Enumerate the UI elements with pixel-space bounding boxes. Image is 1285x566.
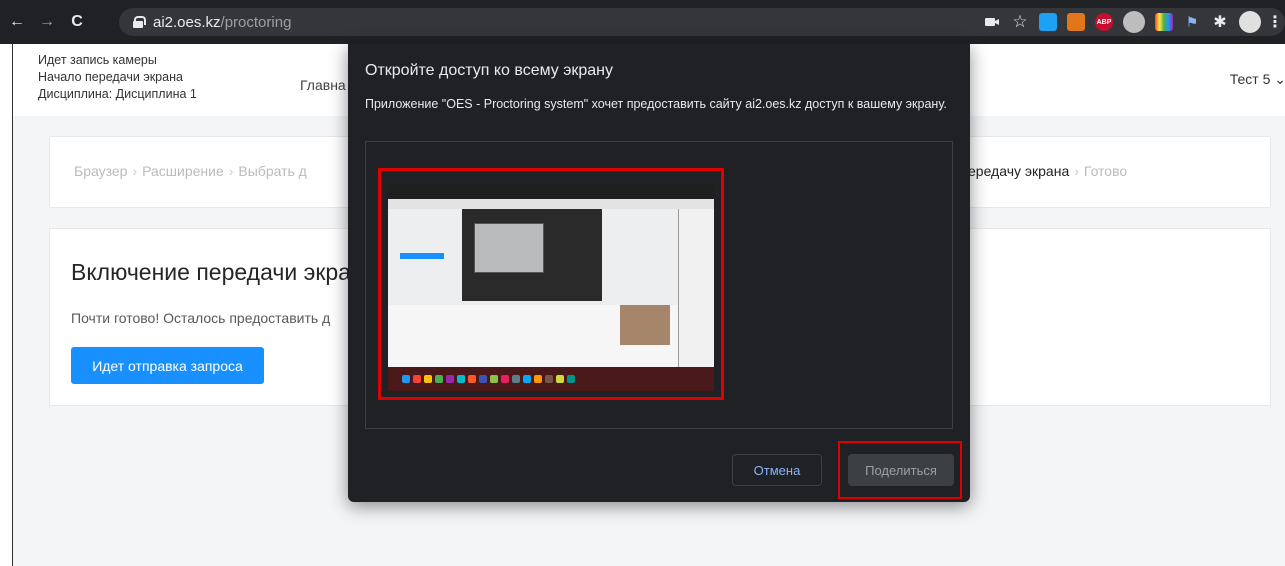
extension-blue-icon[interactable] xyxy=(1039,13,1057,31)
metamask-icon[interactable] xyxy=(1067,13,1085,31)
highlight-frame-preview xyxy=(378,168,724,400)
chevron-right-icon: › xyxy=(228,163,234,179)
recording-status: Идет запись камеры Начало передачи экран… xyxy=(38,52,197,103)
more-menu-icon[interactable]: ⋮ xyxy=(1267,13,1283,31)
star-icon[interactable]: ☆ xyxy=(1011,12,1029,31)
step-screen-share: ередачу экрана xyxy=(968,163,1070,179)
user-menu[interactable]: Тест 5 ⌄ xyxy=(1230,71,1285,88)
extensions-bar: ☆ ABP ⚑ ✱ ⋮ xyxy=(983,8,1283,36)
steps-right: ередачу экрана › Готово xyxy=(968,163,1127,179)
status-camera: Идет запись камеры xyxy=(38,53,157,67)
main-title: Включение передачи экра xyxy=(71,259,351,285)
main-text: Почти готово! Осталось предоставить д xyxy=(71,310,331,326)
pin-extension-icon[interactable]: ⚑ xyxy=(1183,13,1201,31)
dialog-title: Откройте доступ ко всему экрану xyxy=(365,62,614,79)
profile-extension-icon[interactable] xyxy=(1123,11,1145,33)
adblock-icon[interactable]: ABP xyxy=(1095,13,1113,31)
screen-share-dialog: Откройте доступ ко всему экрану Приложен… xyxy=(348,44,970,502)
nav-home-link[interactable]: Главна xyxy=(300,77,346,93)
url-text: ai2.oes.kz/proctoring xyxy=(153,13,292,31)
status-screen: Начало передачи экрана xyxy=(38,70,183,84)
forward-icon[interactable]: → xyxy=(34,13,60,31)
step-choose: Выбрать д xyxy=(238,163,307,179)
dialog-description: Приложение "OES - Proctoring system" хоч… xyxy=(365,97,947,111)
screen-preview-area xyxy=(365,141,953,429)
chevron-right-icon: › xyxy=(1074,163,1079,179)
reload-icon[interactable]: C xyxy=(64,13,90,31)
browser-toolbar: ← → C ai2.oes.kz/proctoring ☆ ABP ⚑ ✱ ⋮ xyxy=(0,0,1285,44)
puzzle-icon[interactable]: ✱ xyxy=(1211,13,1229,31)
avatar-icon[interactable] xyxy=(1239,11,1261,33)
back-icon[interactable]: ← xyxy=(4,13,30,31)
step-browser: Браузер xyxy=(74,163,128,179)
color-grid-icon[interactable] xyxy=(1155,13,1173,31)
chevron-right-icon: › xyxy=(132,163,138,179)
step-extension: Расширение xyxy=(142,163,224,179)
screen-thumbnail[interactable] xyxy=(388,183,714,391)
sending-request-button[interactable]: Идет отправка запроса xyxy=(71,347,264,384)
camera-icon[interactable] xyxy=(983,13,1001,31)
lock-icon xyxy=(133,16,146,28)
cancel-button[interactable]: Отмена xyxy=(732,454,822,486)
step-done: Готово xyxy=(1083,163,1128,179)
steps-left: Браузер › Расширение › Выбрать д xyxy=(74,163,307,179)
status-discipline: Дисциплина: Дисциплина 1 xyxy=(38,87,197,101)
highlight-frame-share xyxy=(838,441,962,499)
